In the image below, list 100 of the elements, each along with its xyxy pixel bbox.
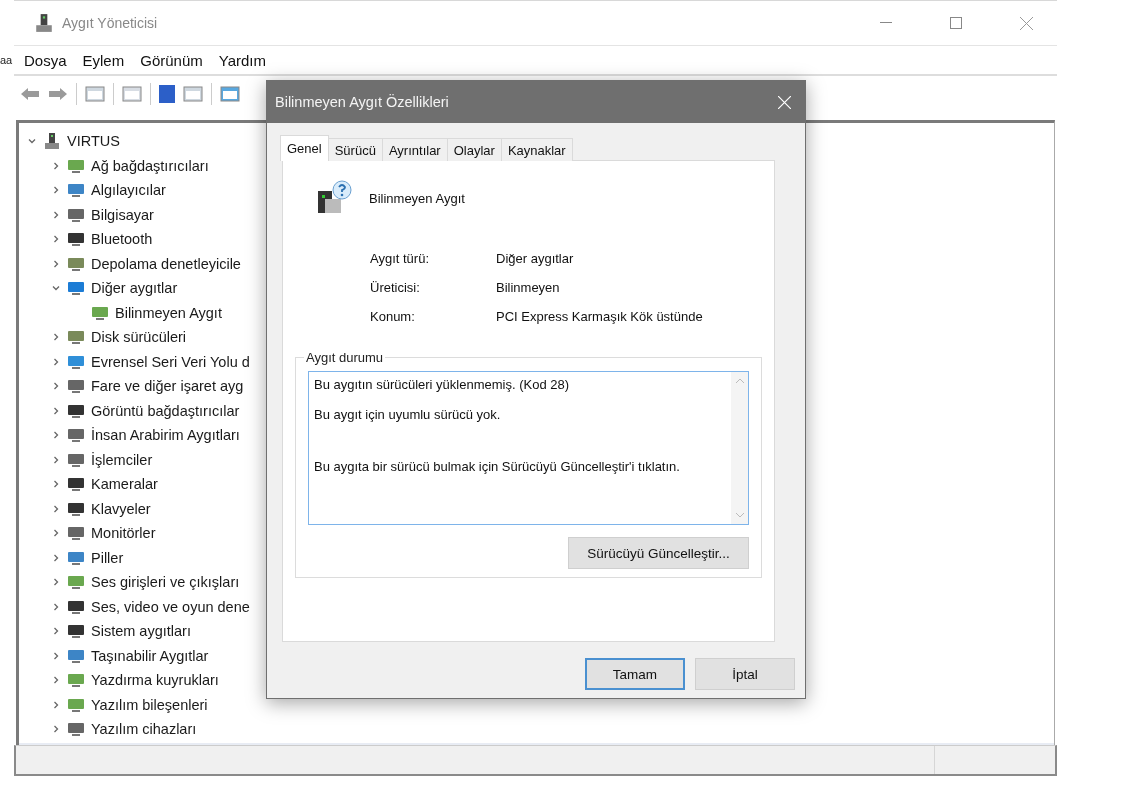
tree-item[interactable]: Ses, video ve oyun dene [91, 598, 250, 615]
chevron-right-icon[interactable] [51, 528, 61, 539]
monitor-icon[interactable] [220, 85, 240, 103]
device-icon [67, 329, 85, 346]
tab[interactable]: Kaynaklar [500, 138, 573, 161]
computer-tower-icon [43, 132, 61, 151]
tree-item[interactable]: Fare ve diğer işaret ayg [91, 378, 244, 395]
device-icon [67, 721, 85, 738]
close-icon[interactable] [1019, 16, 1033, 30]
chevron-right-icon[interactable] [51, 356, 61, 367]
tree-item[interactable]: Kameralar [91, 476, 158, 493]
status-message: Bu aygıt için uyumlu sürücü yok. [314, 407, 502, 422]
device-icon [67, 500, 85, 517]
chevron-right-icon[interactable] [51, 552, 61, 563]
update-driver-button[interactable]: Sürücüyü Güncelleştir... [568, 537, 749, 569]
chevron-right-icon[interactable] [51, 381, 61, 392]
tree-item[interactable]: Klavyeler [91, 500, 151, 517]
device-icon [67, 549, 85, 566]
device-icon [67, 182, 85, 199]
chevron-right-icon[interactable] [51, 185, 61, 196]
chevron-right-icon[interactable] [51, 650, 61, 661]
back-arrow-icon[interactable] [20, 85, 40, 103]
group-title: Aygıt durumu [305, 350, 385, 365]
chevron-right-icon[interactable] [51, 626, 61, 637]
chevron-right-icon[interactable] [51, 675, 61, 686]
property-label: Aygıt türü: [370, 251, 430, 266]
device-icon [67, 427, 85, 444]
chevron-right-icon[interactable] [51, 234, 61, 245]
device-name: Bilinmeyen Aygıt [369, 190, 465, 206]
chevron-right-icon[interactable] [51, 405, 61, 416]
menu-item[interactable]: Yardım [218, 51, 266, 69]
chevron-right-icon[interactable] [51, 332, 61, 343]
menu-item[interactable]: Görünüm [140, 51, 203, 69]
forward-arrow-icon[interactable] [48, 85, 68, 103]
property-value: PCI Express Karmaşık Kök üstünde [496, 309, 704, 324]
tree-item[interactable]: İşlemciler [91, 451, 153, 468]
tree-item[interactable]: Evrensel Seri Veri Yolu d [91, 353, 250, 370]
tree-item[interactable]: Depolama denetleyicile [91, 255, 241, 272]
tree-item[interactable]: Disk sürücüleri [91, 329, 187, 346]
chevron-right-icon[interactable] [51, 258, 61, 269]
tree-item[interactable]: İnsan Arabirim Aygıtları [91, 427, 240, 444]
menu-item[interactable]: Eylem [82, 51, 125, 69]
tree-item[interactable]: Sistem aygıtları [91, 623, 191, 640]
chevron-right-icon[interactable] [51, 430, 61, 441]
tree-item[interactable]: Bilgisayar [91, 206, 154, 223]
device-icon [67, 525, 85, 542]
device-icon [91, 304, 109, 321]
tree-item[interactable]: Yazılım bileşenleri [91, 696, 208, 713]
tree-item[interactable]: Görüntü bağdaştırıcılar [91, 402, 240, 419]
window-icon[interactable] [122, 85, 142, 103]
tree-item[interactable]: Piller [91, 549, 124, 566]
device-icon [67, 206, 85, 223]
menu-item[interactable]: Dosya [24, 51, 67, 69]
minimize-icon[interactable] [880, 22, 892, 24]
chevron-right-icon[interactable] [51, 454, 61, 465]
property-label: Konum: [370, 309, 416, 324]
property-label: Üreticisi: [370, 280, 421, 295]
device-icon [67, 280, 85, 297]
device-icon [67, 255, 85, 272]
device-icon [67, 378, 85, 395]
window-title: Aygıt Yöneticisi [62, 15, 159, 31]
computer-tower-icon [34, 13, 54, 33]
maximize-icon[interactable] [950, 17, 962, 29]
tree-item[interactable]: Ağ bağdaştırıcıları [91, 157, 209, 174]
tab[interactable]: Sürücü [327, 138, 383, 161]
dialog-button[interactable]: İptal [695, 658, 795, 690]
chevron-right-icon[interactable] [51, 699, 61, 710]
tree-item[interactable]: Algılayıcılar [91, 182, 166, 199]
chevron-right-icon[interactable] [51, 503, 61, 514]
device-icon [67, 402, 85, 419]
tree-item[interactable]: Monitörler [91, 525, 156, 542]
chevron-right-icon[interactable] [51, 724, 61, 735]
panel-icon[interactable] [85, 85, 105, 103]
dialog-title: Bilinmeyen Aygıt Özellikleri [275, 94, 450, 110]
tree-item[interactable]: Ses girişleri ve çıkışları [91, 574, 240, 591]
chevron-right-icon[interactable] [51, 209, 61, 220]
chevron-right-icon[interactable] [51, 577, 61, 588]
chevron-right-icon[interactable] [51, 479, 61, 490]
tab[interactable]: Olaylar [446, 138, 502, 161]
device-icon [67, 672, 85, 689]
tree-item[interactable]: Bluetooth [91, 231, 153, 248]
tree-item[interactable]: Taşınabilir Aygıtlar [91, 647, 209, 664]
status-message: Bu aygıta bir sürücü bulmak için Sürücüyü Güncelleştir'i tıklatın. [314, 459, 681, 474]
property-value: Bilinmeyen [496, 280, 561, 295]
device-icon [67, 574, 85, 591]
device-icon [67, 157, 85, 174]
device-icon [67, 231, 85, 248]
tab[interactable]: Ayrıntılar [381, 138, 448, 161]
tab[interactable]: Genel [280, 135, 329, 161]
chevron-right-icon[interactable] [51, 601, 61, 612]
panel-icon[interactable] [183, 85, 203, 103]
dialog-button[interactable]: Tamam [585, 658, 685, 690]
tree-item[interactable]: Yazılım cihazları [91, 721, 197, 738]
tree-item[interactable]: Diğer aygıtlar [91, 280, 178, 297]
chevron-right-icon[interactable] [51, 160, 61, 171]
tree-item[interactable]: Yazdırma kuyrukları [91, 672, 219, 689]
tree-item[interactable]: VIRTUS [67, 133, 120, 150]
text-fragment: aa [0, 53, 14, 66]
device-icon [67, 623, 85, 640]
tree-item[interactable]: Bilinmeyen Aygıt [115, 304, 222, 321]
